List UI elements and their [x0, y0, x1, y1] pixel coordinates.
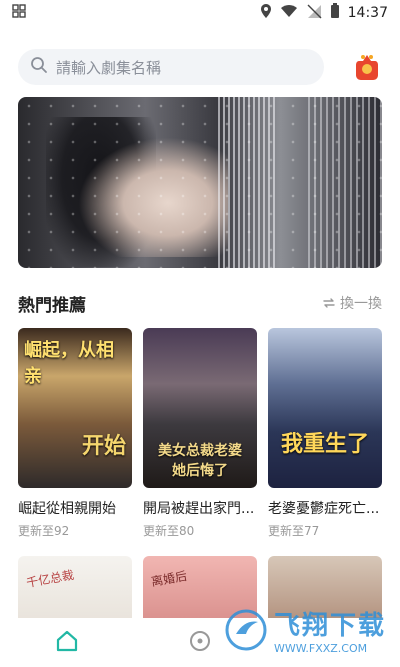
- watermark-url: WWW.FXXZ.COM: [274, 642, 368, 655]
- battery-icon: [330, 3, 340, 23]
- poster-title-text: 千亿总裁: [25, 567, 75, 591]
- featured-banner[interactable]: [18, 97, 382, 268]
- discover-icon: [189, 630, 210, 651]
- search-placeholder: 請輸入劇集名稱: [56, 58, 162, 77]
- section-title: 熱門推薦: [18, 295, 86, 316]
- search-input[interactable]: 請輸入劇集名稱: [18, 49, 324, 85]
- location-icon: [260, 3, 272, 23]
- poster-title-text: 离婚后: [150, 568, 189, 590]
- drama-poster: 千亿总裁: [18, 556, 132, 626]
- watermark-logo-icon: [225, 609, 267, 651]
- status-time: 14:37: [347, 5, 388, 21]
- search-row: 請輸入劇集名稱: [18, 48, 382, 86]
- home-icon: [56, 630, 77, 651]
- refresh-label: 換一換: [340, 296, 382, 312]
- episode-status: 更新至92: [18, 524, 70, 538]
- drama-card[interactable]: 千亿总裁: [18, 556, 132, 626]
- red-envelope-icon: [356, 55, 378, 80]
- drama-poster: 我重生了: [268, 328, 382, 488]
- search-icon: [30, 56, 48, 78]
- refresh-button[interactable]: 換一換: [322, 293, 382, 313]
- drama-card[interactable]: 美女总裁老婆 她后悔了 開局被趕出家門... 更新至80: [143, 328, 257, 539]
- watermark: 飞翔下载 WWW.FXXZ.COM: [224, 600, 400, 660]
- section-header: 熱門推薦 換一換: [18, 290, 382, 316]
- discover-tab[interactable]: [187, 628, 213, 658]
- poster-title-text: 我重生了: [280, 432, 369, 457]
- poster-title-text: 崛起，从相亲: [24, 340, 114, 387]
- refresh-icon: [323, 298, 335, 308]
- drama-card[interactable]: 我重生了 老婆憂鬱症死亡... 更新至77: [268, 328, 382, 539]
- drama-title: 崛起從相親開始: [18, 501, 116, 517]
- drama-card[interactable]: 崛起，从相亲 开始 崛起從相親開始 更新至92: [18, 328, 132, 539]
- poster-title-text: 开始: [81, 434, 126, 459]
- signal-off-icon: [306, 3, 322, 23]
- home-tab[interactable]: [54, 628, 80, 658]
- grid-icon: [12, 4, 26, 22]
- drama-poster: 崛起，从相亲 开始: [18, 328, 132, 488]
- watermark-title: 飞翔下载: [274, 611, 387, 641]
- drama-poster: 美女总裁老婆 她后悔了: [143, 328, 257, 488]
- poster-title-text: 美女总裁老婆 她后悔了: [158, 443, 242, 479]
- episode-status: 更新至77: [268, 524, 320, 538]
- episode-status: 更新至80: [143, 524, 195, 538]
- drama-title: 老婆憂鬱症死亡...: [268, 501, 380, 517]
- wifi-icon: [280, 4, 298, 22]
- red-envelope-button[interactable]: [352, 52, 382, 82]
- drama-title: 開局被趕出家門...: [143, 501, 255, 517]
- status-bar: 14:37: [0, 0, 400, 26]
